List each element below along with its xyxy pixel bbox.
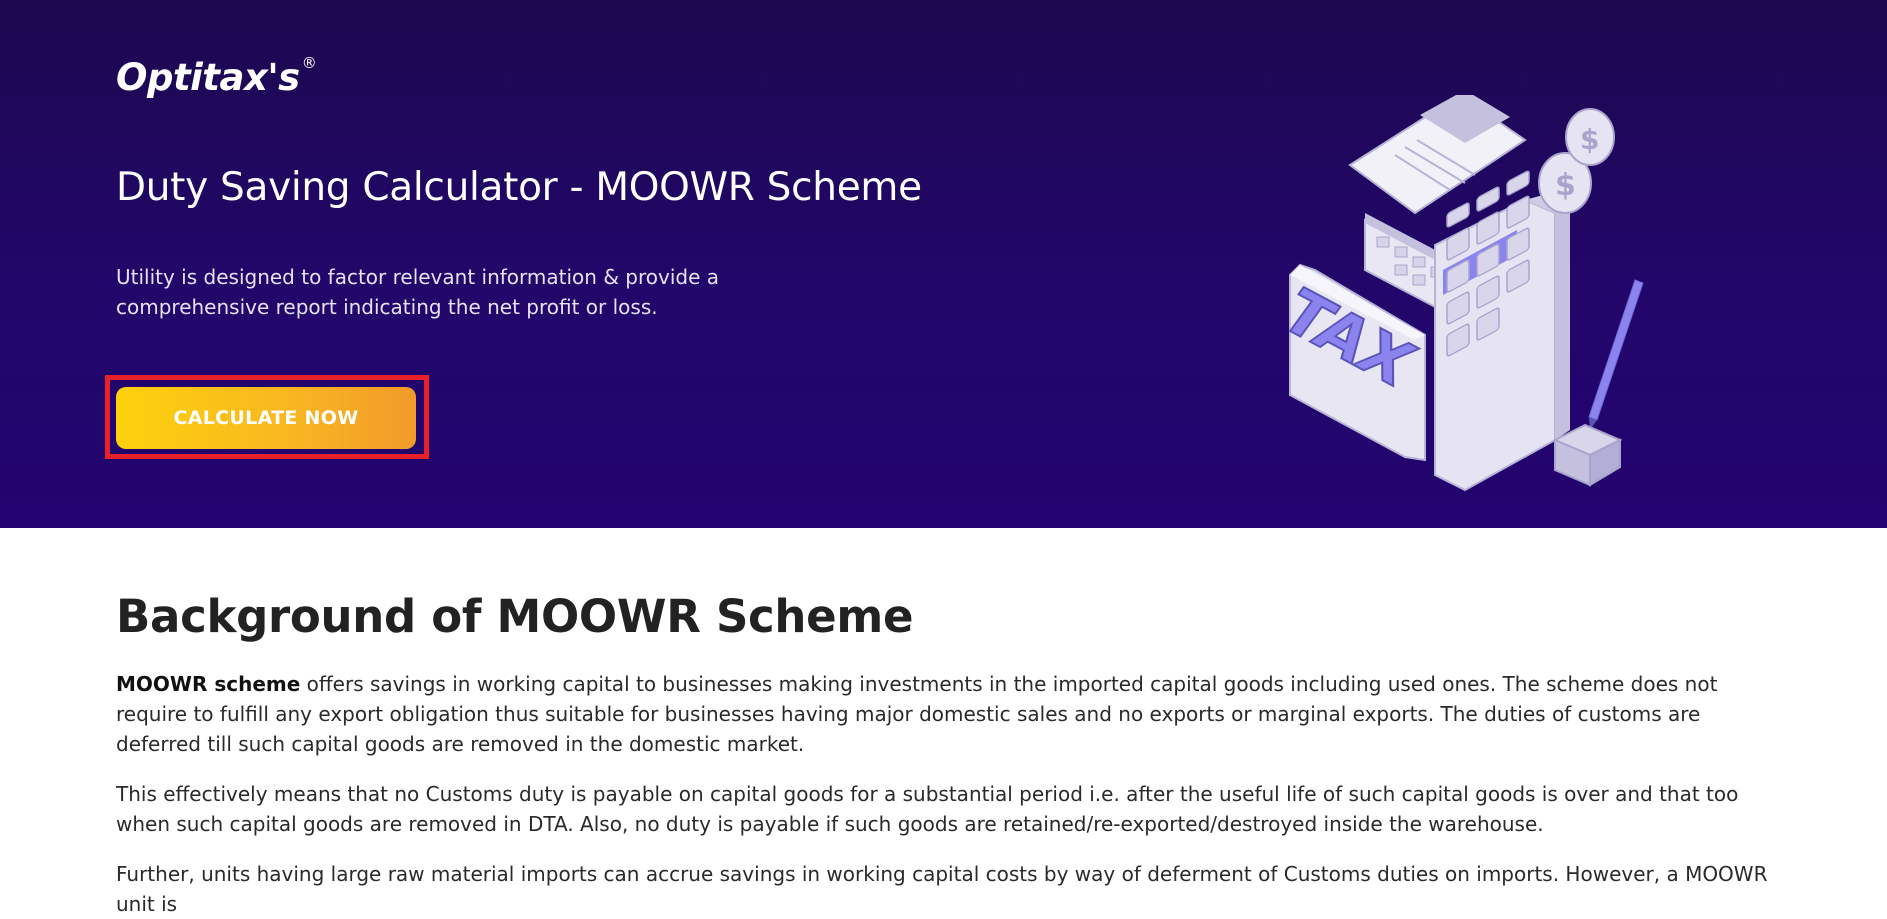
main-content: Background of MOOWR Scheme MOOWR scheme … (116, 528, 1776, 919)
section-title: Background of MOOWR Scheme (116, 590, 914, 643)
svg-text:$: $ (1555, 168, 1576, 203)
paragraph-intro-bold: MOOWR scheme (116, 672, 301, 696)
pen-icon (1588, 279, 1644, 430)
hero-banner: Optitax's ® Duty Saving Calculator - MOOW… (0, 0, 1887, 528)
tax-calculator-illustration: TAX $ $ (1285, 95, 1644, 492)
tax-panel-icon: TAX (1285, 263, 1430, 462)
brand-logo-text: Optitax's (116, 56, 300, 99)
page-title: Duty Saving Calculator - MOOWR Scheme (116, 165, 922, 210)
calculator-icon (1434, 170, 1570, 492)
hero-description: Utility is designed to factor relevant i… (116, 265, 719, 319)
svg-text:$: $ (1580, 123, 1599, 156)
brand-logo[interactable]: Optitax's ® (116, 54, 317, 99)
coin-stack-icon: $ $ (1538, 108, 1615, 214)
registered-mark: ® (301, 54, 317, 72)
eraser-icon (1552, 423, 1623, 487)
paragraph-intro: MOOWR scheme offers savings in working c… (116, 669, 1776, 759)
calculate-now-button[interactable]: CALCULATE NOW (116, 387, 416, 449)
paragraph-intro-text: offers savings in working capital to bus… (116, 672, 1718, 756)
paragraph-raw-material: Further, units having large raw material… (116, 862, 1768, 916)
paragraph-customs-duty: This effectively means that no Customs d… (116, 782, 1739, 836)
